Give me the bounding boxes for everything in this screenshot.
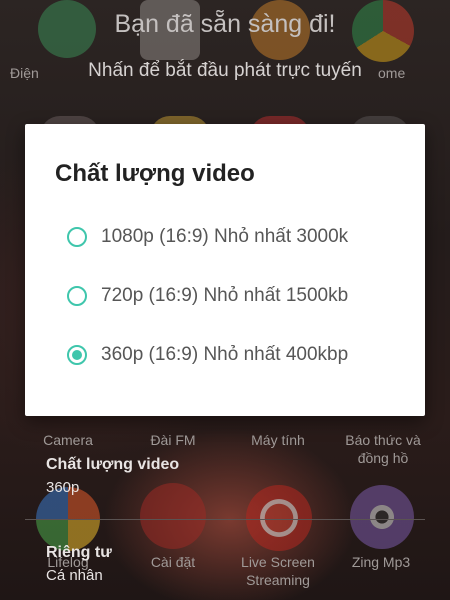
- radio-unchecked-icon[interactable]: [67, 286, 87, 306]
- ready-title: Bạn đã sẵn sàng đi!: [114, 10, 336, 38]
- option-label: 1080p (16:9) Nhỏ nhất 3000k: [101, 226, 349, 247]
- video-quality-dialog: Chất lượng video 1080p (16:9) Nhỏ nhất 3…: [25, 124, 425, 416]
- quality-option-720p[interactable]: 720p (16:9) Nhỏ nhất 1500kb: [67, 276, 407, 316]
- zing-mp3-app-icon: [350, 485, 414, 549]
- privacy-value: Cá nhân: [46, 567, 103, 584]
- option-label: 360p (16:9) Nhỏ nhất 400kbp: [101, 344, 349, 365]
- app-label-fm-radio: Đài FM: [150, 432, 196, 448]
- privacy-setting[interactable]: Riêng tư Cá nhân: [46, 543, 112, 586]
- video-quality-label: Chất lượng video: [46, 456, 180, 473]
- video-quality-value: 360p: [46, 479, 80, 496]
- app-label-live-screen-streaming: Live Screen Streaming: [241, 554, 315, 588]
- dialog-title: Chất lượng video: [55, 160, 255, 187]
- app-label-camera: Camera: [43, 432, 93, 448]
- live-stream-app-icon: [246, 485, 312, 551]
- radio-unchecked-icon[interactable]: [67, 227, 87, 247]
- start-streaming-hint: Nhấn để bắt đầu phát trực tuyến: [88, 60, 362, 81]
- radio-checked-icon[interactable]: [67, 345, 87, 365]
- app-label-settings: Cài đặt: [150, 554, 196, 570]
- quality-option-1080p[interactable]: 1080p (16:9) Nhỏ nhất 3000k: [67, 217, 407, 257]
- app-label-zing-mp3: Zing Mp3: [351, 554, 411, 570]
- quality-option-360p[interactable]: 360p (16:9) Nhỏ nhất 400kbp: [67, 335, 407, 375]
- app-label-calculator: Máy tính: [251, 432, 305, 448]
- video-quality-setting[interactable]: Chất lượng video 360p: [46, 455, 179, 498]
- app-label-alarm-clock: Báo thức và đồng hồ: [345, 432, 421, 466]
- option-label: 720p (16:9) Nhỏ nhất 1500kb: [101, 285, 349, 306]
- privacy-label: Riêng tư: [46, 544, 112, 561]
- divider: [25, 519, 425, 520]
